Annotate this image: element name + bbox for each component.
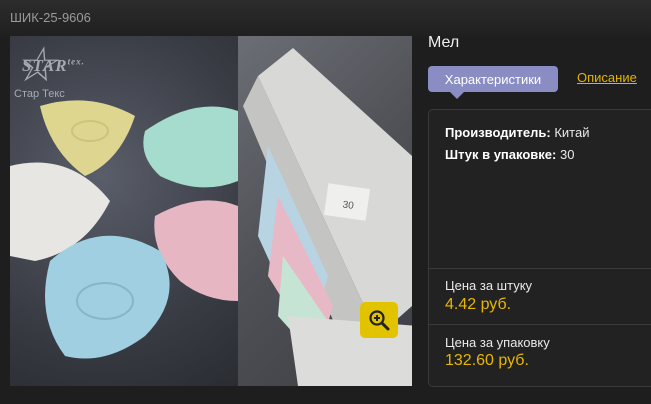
product-photo-box[interactable]: 30 <box>238 36 412 386</box>
pack-price-label: Цена за упаковку <box>445 335 550 350</box>
divider <box>429 324 651 325</box>
spec-manufacturer-label: Производитель: <box>445 125 551 140</box>
unit-price-value: 4.42 руб. <box>445 296 512 313</box>
product-sku: ШИК-25-9606 <box>10 10 91 25</box>
product-gallery: ☆ STARtex. Стар Текс 30 <box>10 36 412 386</box>
specs-card: Производитель: Китай Штук в упаковке: 30… <box>428 109 651 387</box>
tab-description[interactable]: Описание <box>577 70 637 85</box>
divider <box>429 268 651 269</box>
svg-text:30: 30 <box>342 199 355 212</box>
top-bar: ШИК-25-9606 <box>0 0 651 36</box>
spec-pack-quantity-label: Штук в упаковке: <box>445 147 557 162</box>
zoom-in-icon <box>369 310 390 331</box>
chalk-pieces-illustration <box>10 100 238 359</box>
product-title: Мел <box>428 34 460 51</box>
unit-price-label: Цена за штуку <box>445 278 533 293</box>
spec-pack-quantity: Штук в упаковке: 30 <box>445 147 574 162</box>
tab-characteristics[interactable]: Характеристики <box>428 66 558 99</box>
spec-pack-quantity-value: 30 <box>559 147 575 162</box>
spec-manufacturer-value: Китай <box>554 125 590 140</box>
product-photo-chalk[interactable]: ☆ STARtex. Стар Текс <box>10 36 238 386</box>
pack-price-value: 132.60 руб. <box>445 352 529 369</box>
spec-manufacturer: Производитель: Китай <box>445 125 589 140</box>
zoom-button[interactable] <box>360 302 398 338</box>
